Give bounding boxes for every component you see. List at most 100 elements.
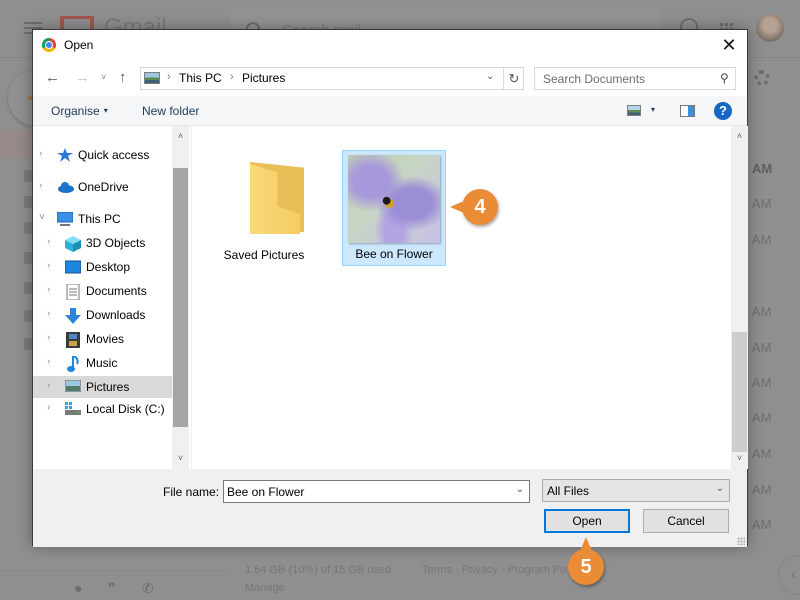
email-time: AM (752, 446, 772, 461)
footer-links[interactable]: Terms · Privacy · Program Po (422, 564, 566, 576)
expand-chevron-icon[interactable]: › (39, 180, 42, 191)
nav-item-label: Downloads (86, 308, 146, 322)
nav-item-label: Desktop (86, 260, 131, 274)
nav-pane-scrollbar[interactable]: ˄ ˅ (172, 126, 189, 469)
scrollbar-thumb[interactable] (732, 332, 747, 452)
chevron-down-icon: ▾ (103, 106, 108, 115)
settings-gear-icon[interactable] (754, 70, 770, 86)
expand-chevron-icon[interactable]: › (47, 284, 50, 295)
nav-item-3d-objects[interactable]: › 3D Objects (33, 232, 172, 254)
scroll-down-button[interactable]: ˅ (172, 450, 189, 467)
title-bar: Open ✕ (33, 30, 747, 60)
file-name-input[interactable] (224, 481, 509, 502)
phone-icon[interactable]: ✆ (142, 580, 154, 597)
nav-item-downloads[interactable]: › Downloads (33, 304, 172, 326)
movies-film-icon (66, 332, 82, 348)
resize-grip[interactable] (737, 537, 745, 545)
breadcrumb-separator[interactable]: › (167, 71, 171, 83)
expand-chevron-icon[interactable]: › (47, 380, 50, 391)
forward-button[interactable]: → (75, 69, 90, 86)
step-callout-4: 4 (450, 189, 498, 225)
expand-chevron-icon[interactable]: › (47, 308, 50, 319)
nav-item-label: Movies (86, 332, 125, 346)
view-options-dropdown[interactable]: ▾ (651, 105, 655, 114)
chevron-down-icon[interactable]: ⌄ (716, 483, 724, 494)
command-bar: Organise ▾ New folder ▾ ? (33, 96, 747, 126)
expand-chevron-icon[interactable]: › (47, 402, 50, 413)
collapse-chevron-icon[interactable]: ˅ (39, 212, 45, 223)
email-time: AM (752, 196, 772, 211)
email-time: AM (752, 375, 772, 390)
address-bar[interactable]: › This PC › Pictures ⌄ ↻ (140, 67, 524, 90)
open-file-dialog: Open ✕ ← → ˅ ↑ › This PC › Pictures ⌄ ↻ … (32, 29, 748, 547)
organise-button[interactable]: Organise ▾ (51, 104, 108, 118)
hangouts-icon[interactable]: ❞ (108, 580, 116, 597)
chrome-icon (42, 38, 56, 52)
pictures-icon (64, 379, 82, 394)
nav-item-desktop[interactable]: › Desktop (33, 256, 172, 278)
expand-chevron-icon[interactable]: › (47, 260, 50, 271)
nav-item-this-pc[interactable]: ˅ This PC (33, 208, 172, 230)
cancel-button[interactable]: Cancel (643, 509, 729, 533)
file-item-bee-on-flower[interactable]: Bee on Flower (342, 150, 446, 266)
file-name-combobox[interactable]: ⌄ (223, 480, 530, 503)
scroll-down-button[interactable]: ˅ (731, 450, 748, 467)
nav-item-quick-access[interactable]: › Quick access (33, 144, 172, 166)
chevron-down-icon[interactable]: ⌄ (516, 484, 524, 495)
breadcrumb-pictures[interactable]: Pictures (242, 71, 285, 85)
manage-storage-link[interactable]: Manage (245, 582, 285, 594)
help-icon[interactable]: ? (714, 102, 732, 120)
pictures-icon (144, 72, 160, 84)
refresh-button[interactable]: ↻ (503, 68, 524, 89)
storage-usage: 1.64 GB (10%) of 15 GB used (245, 564, 392, 576)
scroll-up-button[interactable]: ˄ (172, 128, 189, 145)
side-panel-toggle[interactable]: ‹ (778, 555, 800, 595)
close-button[interactable]: ✕ (711, 30, 747, 60)
account-avatar[interactable] (756, 14, 784, 42)
nav-item-movies[interactable]: › Movies (33, 328, 172, 350)
nav-item-label: Local Disk (C:) (86, 402, 165, 416)
preview-pane-icon[interactable] (680, 105, 695, 117)
divider (0, 570, 230, 571)
contacts-icon[interactable]: ● (74, 580, 82, 596)
scroll-up-button[interactable]: ˄ (731, 128, 748, 145)
file-name-label: Bee on Flower (355, 247, 433, 261)
email-time: AM (752, 161, 773, 176)
sidebar-item-inbox[interactable] (0, 130, 34, 158)
expand-chevron-icon[interactable]: › (47, 332, 50, 343)
nav-item-documents[interactable]: › Documents (33, 280, 172, 302)
file-item-saved-pictures[interactable]: Saved Pictures (212, 150, 316, 266)
address-history-dropdown[interactable]: ⌄ (486, 71, 494, 82)
new-folder-button[interactable]: New folder (142, 104, 199, 118)
open-button[interactable]: Open (544, 509, 630, 533)
scrollbar-thumb[interactable] (173, 168, 188, 427)
recent-locations-button[interactable]: ˅ (101, 72, 106, 82)
image-thumbnail-icon (348, 155, 440, 243)
nav-item-onedrive[interactable]: › OneDrive (33, 176, 172, 198)
expand-chevron-icon[interactable]: › (47, 356, 50, 367)
nav-item-local-disk[interactable]: › Local Disk (C:) (33, 398, 172, 420)
file-type-select[interactable]: All Files ⌄ (542, 479, 730, 502)
expand-chevron-icon[interactable]: › (39, 148, 42, 159)
file-list-scrollbar[interactable]: ˄ ˅ (731, 126, 748, 469)
email-time: AM (752, 340, 772, 355)
dialog-title: Open (64, 38, 94, 52)
breadcrumb-separator[interactable]: › (230, 71, 234, 83)
3d-objects-cube-icon (65, 236, 81, 252)
file-name-label: File name: (163, 485, 220, 499)
email-time: AM (752, 304, 772, 319)
nav-item-label: This PC (78, 212, 121, 226)
search-icon[interactable]: ⚲ (720, 71, 729, 85)
back-button[interactable]: ← (45, 69, 60, 86)
breadcrumb-this-pc[interactable]: This PC (179, 71, 222, 85)
expand-chevron-icon[interactable]: › (47, 236, 50, 247)
nav-item-music[interactable]: › Music (33, 352, 172, 374)
up-button[interactable]: ↑ (119, 69, 127, 86)
change-view-icon[interactable] (627, 105, 641, 116)
nav-item-pictures[interactable]: › Pictures (33, 376, 172, 398)
organise-label: Organise (51, 104, 100, 118)
desktop-icon (64, 260, 82, 274)
nav-item-label: Music (86, 356, 118, 370)
search-input[interactable] (535, 68, 710, 89)
search-box[interactable]: ⚲ (534, 67, 736, 90)
